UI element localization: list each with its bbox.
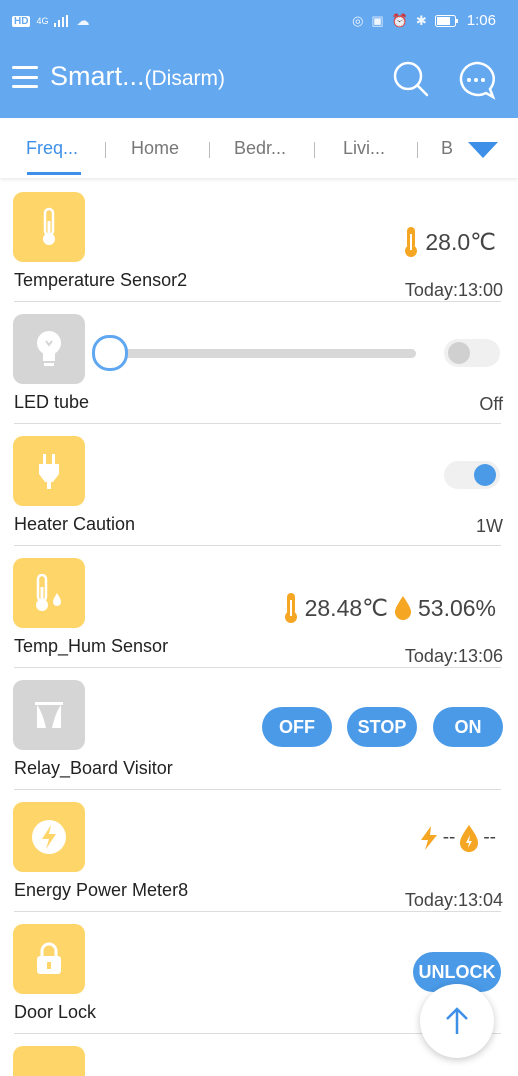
device-row-temp-hum-sensor[interactable]: 28.48℃ 53.06% Temp_Hum Sensor Today:13:0… [0,546,518,668]
arm-status: (Disarm) [144,67,225,90]
last-update: Today:13:04 [404,890,503,910]
heater-power-toggle[interactable] [444,461,500,489]
cloud-icon: ☁ [76,13,90,28]
droplet-icon [394,596,411,620]
tab-home[interactable]: Home [131,138,179,159]
bluetooth-icon: ✱ [415,12,427,28]
device-row-temperature-sensor[interactable]: 28.0℃ Temperature Sensor2 Today:13:00 [0,180,518,302]
tab-bedroom[interactable]: Bedr... [234,138,286,159]
energy-drop-icon [460,825,479,852]
device-row-led-tube[interactable]: LED tube Off [0,302,518,424]
device-name: Energy Power Meter8 [14,880,189,900]
temperature-value: 28.0℃ [425,228,496,255]
arrow-up-icon [446,1007,468,1034]
device-state: Off [479,394,503,414]
lightning-icon [13,802,85,872]
curtain-icon [13,680,85,750]
device-name: Heater Caution [14,514,136,534]
energy-value: -- [483,827,496,848]
tab-divider [209,142,210,158]
room-tabs: Freq... Home Bedr... Livi... B [0,118,518,178]
page-title: Smart...(Disarm) [50,61,225,92]
search-icon[interactable] [392,60,430,98]
thermometer-value-icon [284,593,297,623]
power-value: -- [442,827,456,848]
battery-icon [434,14,458,27]
temperature-value: 28.48℃ [304,594,388,621]
last-update: Today:13:06 [404,646,503,666]
toggle-knob [474,464,496,486]
device-row-relay-board[interactable]: OFF STOP ON Relay_Board Visitor [0,668,518,790]
slider-thumb[interactable] [92,335,128,371]
device-name: Door Lock [14,1002,97,1022]
alarm-icon: ⏰ [391,12,408,28]
scroll-to-top-button[interactable] [420,984,494,1058]
humidity-value: 53.06% [417,594,496,621]
lock-icon [13,924,85,994]
device-row-heater[interactable]: Heater Caution 1W [0,424,518,546]
nfc-icon: ▣ [371,12,384,28]
device-name: Relay_Board Visitor [14,758,173,778]
tab-frequent[interactable]: Freq... [26,138,78,159]
hd-badge: HD [12,15,31,27]
toggle-knob [448,342,470,364]
slider-track [106,349,416,358]
signal-label: 4G [36,16,49,26]
clock: 1:06 [466,12,496,29]
relay-stop-button[interactable]: STOP [347,707,417,747]
led-power-toggle[interactable] [444,339,500,367]
tab-divider [105,142,106,158]
device-name: Temp_Hum Sensor [14,636,169,656]
plug-icon [13,436,85,506]
next-device-icon [13,1046,85,1076]
power-reading: 1W [476,516,503,536]
relay-off-button[interactable]: OFF [262,707,332,747]
tab-b[interactable]: B [441,138,453,159]
thermometer-icon [13,192,85,262]
tab-divider [417,142,418,158]
device-row-energy-meter[interactable]: -- -- Energy Power Meter8 Today:13:04 [0,790,518,912]
last-update: Today:13:00 [404,280,503,300]
device-name: LED tube [14,392,90,412]
app-bar: Smart...(Disarm) [0,44,518,118]
status-bar: HD 4G ☁ ◎ ▣ ⏰ ✱ 1:06 [0,0,518,44]
tab-divider [314,142,315,158]
chat-icon[interactable] [456,60,496,100]
thermometer-droplet-icon [13,558,85,628]
menu-icon[interactable] [12,66,38,88]
signal-icon [54,15,69,27]
brightness-slider[interactable] [92,334,416,371]
tab-living[interactable]: Livi... [343,138,385,159]
thermometer-value-icon [405,227,418,257]
chevron-down-icon[interactable] [468,142,498,158]
relay-on-button[interactable]: ON [433,707,503,747]
device-name: Temperature Sensor2 [14,270,188,290]
bulb-icon [13,314,85,384]
location-icon: ◎ [352,12,364,28]
title-text: Smart... [50,61,145,91]
active-tab-indicator [27,172,81,175]
power-icon [420,826,437,850]
